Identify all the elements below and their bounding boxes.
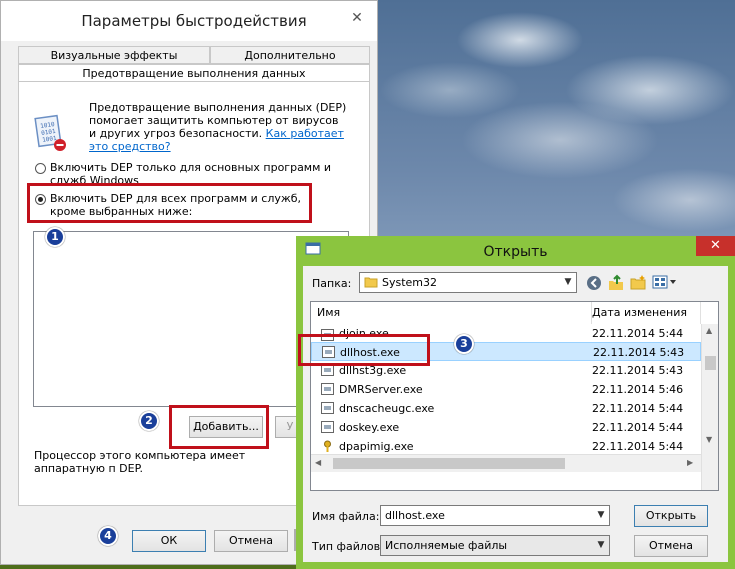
chevron-down-icon: ▼ <box>564 277 572 287</box>
file-row[interactable]: DMRServer.exe 22.11.2014 5:46 <box>311 380 701 399</box>
filetype-label: Тип файлов: <box>312 540 384 553</box>
file-list[interactable]: Имя ^ Дата изменения djoin.exe 22.11.201… <box>310 301 719 491</box>
column-date-header[interactable]: Дата изменения <box>586 302 701 324</box>
step-badge-4: 4 <box>98 526 118 546</box>
file-date: 22.11.2014 5:44 <box>592 329 684 340</box>
open-file-dialog: Открыть ✕ Папка: System32 ▼ Имя ^ Дата и… <box>296 236 735 569</box>
file-row[interactable]: dnscacheugc.exe 22.11.2014 5:44 <box>311 399 701 418</box>
step-badge-2: 2 <box>139 411 159 431</box>
scroll-left-arrow-icon[interactable]: ◀ <box>315 458 321 467</box>
file-row[interactable]: dpapimig.exe 22.11.2014 5:44 <box>311 437 701 454</box>
file-date: 22.11.2014 5:46 <box>592 383 684 396</box>
title-bar: Параметры быстродействия ✕ <box>1 1 377 41</box>
file-name: DMRServer.exe <box>339 383 423 396</box>
open-button[interactable]: Открыть <box>634 505 708 527</box>
file-date: 22.11.2014 5:43 <box>593 346 685 359</box>
chevron-down-icon: ▼ <box>597 540 605 550</box>
tab-dep[interactable]: Предотвращение выполнения данных <box>18 64 370 82</box>
dep-shield-icon: 1010 0101 1001 <box>34 114 66 151</box>
open-dialog-body: Папка: System32 ▼ Имя ^ Дата изменения d… <box>303 266 728 562</box>
apply-button[interactable]: Применить <box>294 529 296 551</box>
radio-dep-essential-label[interactable]: Включить DEP только для основных програм… <box>50 161 345 183</box>
highlight-box-add <box>169 405 269 449</box>
tab-advanced[interactable]: Дополнительно <box>210 46 370 64</box>
file-name: dnscacheugc.exe <box>339 402 435 415</box>
up-folder-icon[interactable] <box>608 274 624 291</box>
folder-value: System32 <box>382 276 438 289</box>
file-name: doskey.exe <box>339 421 400 434</box>
hscroll-thumb[interactable] <box>333 458 565 469</box>
open-close-icon[interactable]: ✕ <box>696 236 735 256</box>
highlight-box-option <box>27 183 312 223</box>
tab-visual-effects[interactable]: Визуальные эффекты <box>18 46 210 64</box>
close-icon[interactable]: ✕ <box>345 9 369 27</box>
filetype-select[interactable]: Исполняемые файлы ▼ <box>380 535 610 556</box>
sort-arrow-icon: ^ <box>448 301 456 309</box>
key-file-icon <box>324 440 331 452</box>
chevron-down-icon: ▼ <box>597 510 605 520</box>
filename-input[interactable]: dllhost.exe ▼ <box>380 505 610 526</box>
scroll-down-arrow-icon[interactable]: ▼ <box>706 435 712 444</box>
scroll-thumb[interactable] <box>705 356 716 370</box>
processor-note: Процессор этого компьютера имеет аппарат… <box>34 449 246 475</box>
scroll-right-arrow-icon[interactable]: ▶ <box>687 458 693 467</box>
open-cancel-button[interactable]: Отмена <box>634 535 708 557</box>
cancel-button[interactable]: Отмена <box>214 530 288 552</box>
file-row[interactable]: doskey.exe 22.11.2014 5:44 <box>311 418 701 437</box>
open-title-bar: Открыть ✕ <box>296 236 735 266</box>
folder-select[interactable]: System32 ▼ <box>359 272 577 293</box>
vertical-scrollbar[interactable]: ▲ ▼ <box>701 324 718 490</box>
dialog-title: Параметры быстродействия <box>81 12 307 30</box>
back-icon[interactable] <box>586 275 602 291</box>
file-name: dpapimig.exe <box>339 440 414 453</box>
file-date: 22.11.2014 5:44 <box>592 421 684 434</box>
filetype-value: Исполняемые файлы <box>385 539 508 552</box>
open-dialog-title: Открыть <box>483 244 548 260</box>
folder-label: Папка: <box>312 277 352 290</box>
ok-button[interactable]: ОК <box>132 530 206 552</box>
dep-description: Предотвращение выполнения данных (DEP) п… <box>89 101 349 153</box>
exe-file-icon <box>321 402 334 414</box>
view-menu-icon[interactable] <box>652 275 676 289</box>
horizontal-scrollbar[interactable]: ◀ ▶ <box>311 454 701 472</box>
highlight-box-file <box>298 334 430 366</box>
scroll-up-arrow-icon[interactable]: ▲ <box>706 326 712 335</box>
file-date: 22.11.2014 5:44 <box>592 440 684 453</box>
new-folder-icon[interactable] <box>630 274 646 290</box>
folder-icon <box>364 277 378 288</box>
file-date: 22.11.2014 5:44 <box>592 402 684 415</box>
step-badge-3: 3 <box>454 334 474 354</box>
filename-label: Имя файла: <box>312 510 380 523</box>
exe-file-icon <box>321 383 334 395</box>
exe-file-icon <box>321 421 334 433</box>
file-date: 22.11.2014 5:43 <box>592 364 684 377</box>
step-badge-1: 1 <box>45 227 65 247</box>
radio-dep-essential[interactable] <box>35 163 46 174</box>
filename-value: dllhost.exe <box>385 509 445 522</box>
